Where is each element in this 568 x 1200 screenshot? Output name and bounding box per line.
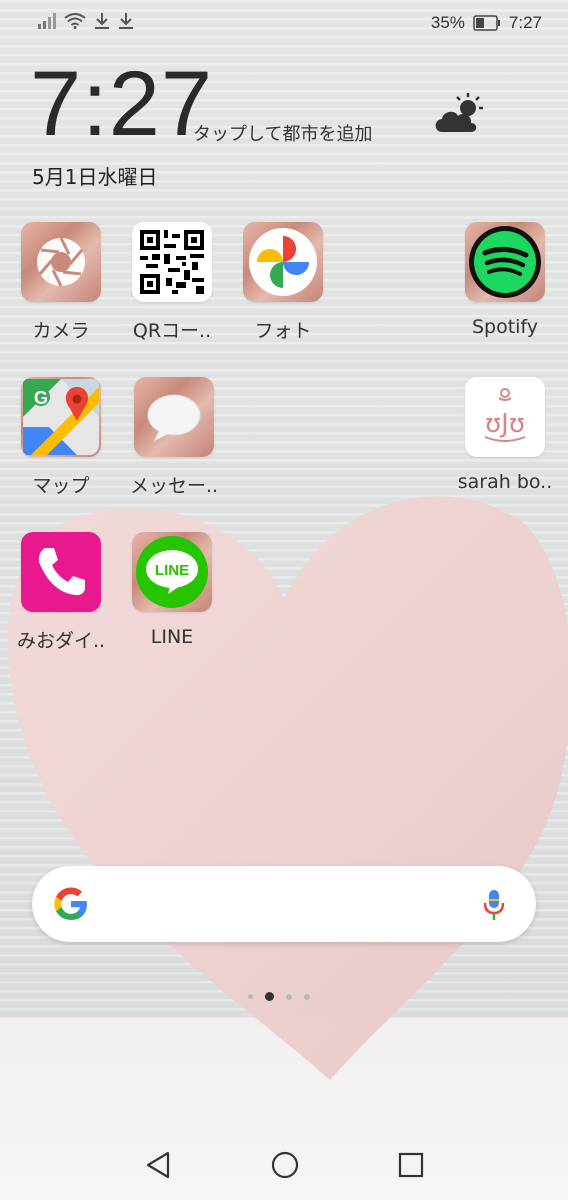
- app-label: マップ: [32, 475, 90, 497]
- app-label: Spotify: [471, 316, 539, 338]
- recents-icon[interactable]: [398, 1150, 424, 1180]
- app-camera[interactable]: カメラ: [6, 222, 116, 343]
- app-label: sarah bo..: [457, 471, 553, 493]
- svg-text:LINE: LINE: [155, 562, 189, 579]
- battery-percent: 35%: [430, 13, 465, 32]
- google-search-bar[interactable]: [32, 866, 536, 942]
- battery-icon: [473, 15, 500, 31]
- svg-text:ʊJʊ: ʊJʊ: [485, 409, 525, 439]
- app-sarah[interactable]: ʊJʊ sarah bo..: [450, 377, 560, 493]
- home-icon[interactable]: [270, 1150, 300, 1180]
- wifi-icon: [64, 13, 86, 29]
- sarah-icon: ʊJʊ: [465, 377, 545, 457]
- app-label: フォト: [254, 320, 312, 342]
- page-indicator: [248, 992, 310, 1001]
- status-bar: 35% 7:27: [0, 0, 568, 46]
- add-city-link[interactable]: タップして都市を追加: [193, 120, 372, 146]
- app-label: みおダイ..: [16, 630, 106, 652]
- app-spotify[interactable]: Spotify: [450, 222, 560, 338]
- navigation-bar: [0, 1130, 568, 1200]
- partly-cloudy-icon[interactable]: [432, 92, 488, 136]
- clock-widget-time[interactable]: 7:27: [30, 58, 213, 150]
- qr-code-icon: [132, 222, 212, 302]
- phone-icon: [21, 532, 101, 612]
- line-icon: LINE: [132, 532, 212, 612]
- app-label: カメラ: [32, 320, 90, 342]
- app-photos[interactable]: フォト: [228, 222, 338, 343]
- page-dot[interactable]: [248, 994, 253, 999]
- search-input[interactable]: [102, 884, 462, 924]
- download-icon: [119, 13, 133, 29]
- microphone-icon[interactable]: [482, 888, 506, 922]
- app-label: メッセー..: [129, 475, 219, 497]
- app-maps[interactable]: G マップ: [6, 377, 116, 498]
- maps-icon: G: [21, 377, 101, 457]
- app-label: QRコー..: [132, 320, 212, 342]
- app-qr-code[interactable]: QRコー..: [117, 222, 227, 343]
- download-icon: [95, 13, 109, 29]
- camera-icon: [21, 222, 101, 302]
- google-logo-icon: [54, 887, 87, 920]
- back-icon[interactable]: [144, 1150, 172, 1180]
- spotify-icon: [465, 222, 545, 302]
- svg-text:G: G: [34, 388, 48, 408]
- date-label[interactable]: 5月1日水曜日: [32, 161, 157, 190]
- photos-icon: [243, 222, 323, 302]
- signal-icon: [38, 13, 56, 29]
- messages-icon: [134, 377, 214, 457]
- page-dot-active[interactable]: [265, 992, 274, 1001]
- status-time: 7:27: [508, 13, 542, 32]
- app-label: LINE: [150, 626, 194, 648]
- page-dot[interactable]: [304, 993, 310, 1000]
- page-dot[interactable]: [286, 993, 292, 1000]
- app-phone[interactable]: みおダイ..: [6, 532, 116, 653]
- app-messages[interactable]: メッセー..: [119, 377, 229, 498]
- app-line[interactable]: LINE LINE: [117, 532, 227, 648]
